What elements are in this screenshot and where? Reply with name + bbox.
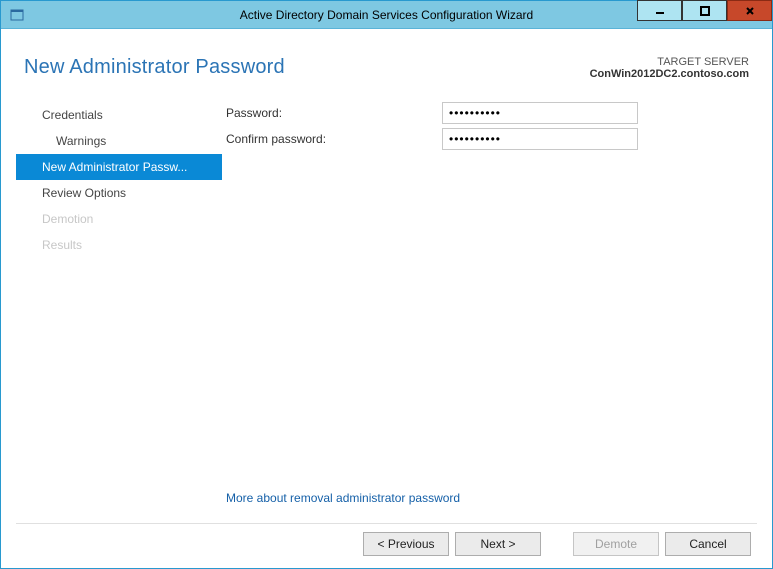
app-icon: [5, 4, 29, 26]
titlebar: Active Directory Domain Services Configu…: [1, 1, 772, 29]
cancel-button[interactable]: Cancel: [665, 532, 751, 556]
body: New Administrator Password TARGET SERVER…: [1, 29, 772, 568]
button-bar: < Previous Next > Demote Cancel: [16, 523, 757, 558]
content: Credentials Warnings New Administrator P…: [16, 98, 757, 521]
target-server-label: TARGET SERVER: [590, 56, 749, 68]
sidebar-item-warnings[interactable]: Warnings: [16, 128, 222, 154]
target-server: TARGET SERVER ConWin2012DC2.contoso.com: [590, 56, 749, 80]
password-label: Password:: [222, 106, 442, 120]
password-row: Password:: [222, 102, 753, 124]
close-button[interactable]: [727, 0, 772, 21]
confirm-password-row: Confirm password:: [222, 128, 753, 150]
target-server-name: ConWin2012DC2.contoso.com: [590, 68, 749, 80]
password-input[interactable]: [442, 102, 638, 124]
previous-button[interactable]: < Previous: [363, 532, 449, 556]
window-controls: [637, 1, 772, 28]
sidebar-item-credentials[interactable]: Credentials: [16, 102, 222, 128]
sidebar-item-review-options[interactable]: Review Options: [16, 180, 222, 206]
page-heading: New Administrator Password: [24, 56, 285, 80]
confirm-password-input[interactable]: [442, 128, 638, 150]
sidebar-item-results: Results: [16, 232, 222, 258]
sidebar-item-demotion: Demotion: [16, 206, 222, 232]
button-spacer: [547, 532, 567, 556]
sidebar-item-new-admin-password[interactable]: New Administrator Passw...: [16, 154, 222, 180]
more-about-link[interactable]: More about removal administrator passwor…: [222, 491, 753, 505]
wizard-window: Active Directory Domain Services Configu…: [0, 0, 773, 569]
maximize-button[interactable]: [682, 0, 727, 21]
minimize-button[interactable]: [637, 0, 682, 21]
header: New Administrator Password TARGET SERVER…: [24, 56, 749, 80]
form-area: Password: Confirm password: More about r…: [222, 98, 757, 521]
confirm-password-label: Confirm password:: [222, 132, 442, 146]
next-button[interactable]: Next >: [455, 532, 541, 556]
demote-button: Demote: [573, 532, 659, 556]
sidebar: Credentials Warnings New Administrator P…: [16, 98, 222, 521]
